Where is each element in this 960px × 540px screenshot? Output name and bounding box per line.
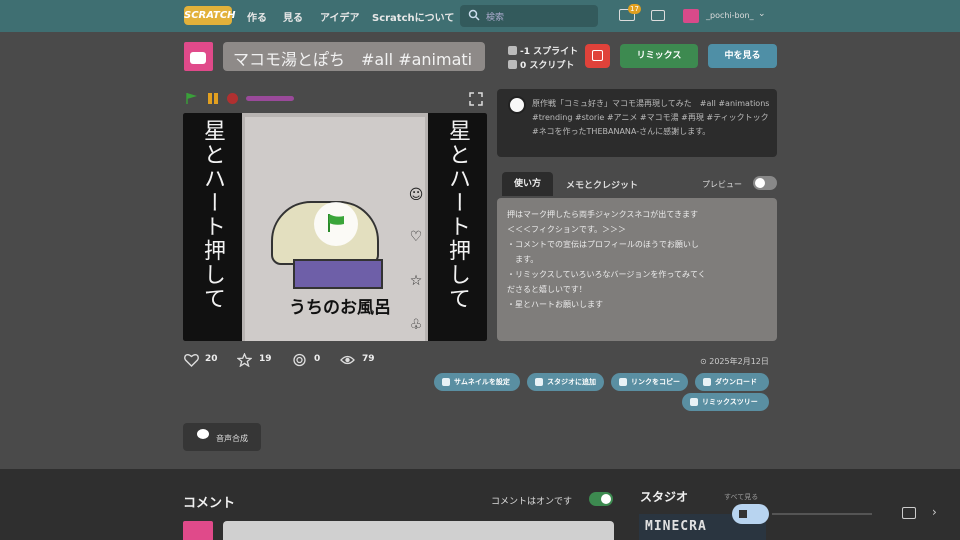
description-text: 原作戦「コミュ好き」マコモ湯再現してみた #all #animations #t… <box>532 99 770 136</box>
face-icon: ☺ <box>408 187 424 203</box>
my-stuff-folder-icon[interactable] <box>651 10 665 21</box>
preview-toggle[interactable] <box>753 176 777 190</box>
project-title[interactable]: マコモ湯とぽち #all #animati <box>223 42 485 71</box>
character-body <box>293 259 383 289</box>
media-controls-overlay: › <box>732 503 960 525</box>
nav-ideas[interactable]: アイデア <box>320 9 360 24</box>
comment-input[interactable] <box>223 521 614 540</box>
heart-icon[interactable] <box>184 353 199 367</box>
tab-instructions[interactable]: 使い方 <box>502 172 553 196</box>
share-icon <box>592 50 603 61</box>
preview-label: プレビュー <box>702 180 742 189</box>
remix-tree-button[interactable]: リミックスツリー <box>682 393 769 411</box>
plus-icon <box>535 378 543 386</box>
see-inside-button[interactable]: 中を見る <box>708 44 777 68</box>
comments-toggle[interactable] <box>589 492 613 506</box>
commenter-avatar <box>183 521 213 540</box>
sprite-icon <box>508 46 517 55</box>
user-avatar[interactable] <box>683 9 699 23</box>
media-progress-track[interactable] <box>772 513 872 515</box>
chevron-down-icon[interactable]: ⌄ <box>758 9 766 19</box>
instructions-line: ＜＜＜フィクションです。＞＞＞ <box>507 225 627 234</box>
speech-bubble-icon <box>197 429 209 439</box>
instructions-line: 押はマーク押したら両手ジャンクスネコが出てきます <box>507 210 698 219</box>
username[interactable]: _pochi-bon_ <box>706 11 754 20</box>
stage-right-banner: 星とハート押して <box>428 113 487 341</box>
stop-icon[interactable] <box>227 93 238 104</box>
search-placeholder: 検索 <box>486 13 505 23</box>
share-button[interactable] <box>585 44 610 68</box>
love-count: 20 <box>205 354 218 364</box>
club-icon: ♧ <box>409 317 423 333</box>
instructions-line: ・リミックスしていろいろなバージョンを作ってみてく <box>507 270 706 279</box>
studios-see-all-link[interactable]: すべて見る <box>724 492 758 502</box>
add-to-studio-button[interactable]: スタジオに追加 <box>527 373 604 391</box>
remix-icon <box>293 353 306 367</box>
download-button[interactable]: ダウンロード <box>695 373 769 391</box>
tts-label: 音声合成 <box>216 434 248 443</box>
eye-icon <box>340 355 355 365</box>
comments-title: コメント <box>183 496 236 511</box>
messages-badge: 17 <box>628 4 641 14</box>
favorite-count: 19 <box>259 354 272 364</box>
description-avatar <box>508 96 526 114</box>
instructions-line: ます。 <box>507 255 539 264</box>
image-icon <box>442 378 450 386</box>
star-icon[interactable] <box>237 353 252 367</box>
instructions-line: ・コメントでの宣伝はプロフィールのほうでお願いし <box>507 240 699 249</box>
speaker-icon[interactable] <box>732 504 769 524</box>
view-count: 79 <box>362 354 375 364</box>
instructions-line: ・星とハートお願いします <box>507 300 603 309</box>
green-flag-icon <box>328 214 344 232</box>
author-avatar[interactable] <box>184 42 213 71</box>
stage-caption: うちのお風呂 <box>289 298 391 318</box>
search-input[interactable]: 検索 <box>460 5 598 27</box>
link-icon <box>619 378 627 386</box>
star-icon: ☆ <box>409 273 423 289</box>
remix-count: 0 <box>314 354 321 364</box>
project-stage[interactable]: 星とハート押して うちのお風呂 ☺ ♡ ☆ ♧ 星とハート押して <box>183 113 487 341</box>
download-icon <box>703 378 711 386</box>
start-overlay-button[interactable] <box>314 202 358 246</box>
studios-title: スタジオ <box>640 490 689 504</box>
remix-button[interactable]: リミックス <box>620 44 698 68</box>
script-icon <box>508 60 517 69</box>
stage-left-banner: 星とハート押して <box>183 113 242 341</box>
set-thumbnail-button[interactable]: サムネイルを設定 <box>434 373 520 391</box>
nav-create[interactable]: 作る <box>247 9 267 24</box>
comments-on-label: コメントはオンです <box>491 497 573 507</box>
green-flag-icon[interactable] <box>186 93 198 104</box>
volume-slider[interactable] <box>246 96 294 101</box>
nav-explore[interactable]: 見る <box>283 9 303 24</box>
captions-off-icon[interactable] <box>902 507 916 519</box>
remix-tree-icon <box>690 398 698 406</box>
instructions-line: ださると嬉しいです！ <box>507 285 587 294</box>
top-navbar: SCRATCH 作る 見る アイデア Scratchについて 検索 17 _po… <box>0 0 960 32</box>
search-icon <box>468 9 480 21</box>
nav-about[interactable]: Scratchについて <box>372 9 454 24</box>
copy-link-button[interactable]: リンクをコピー <box>611 373 688 391</box>
heart-icon: ♡ <box>409 229 423 245</box>
pause-icon[interactable] <box>207 93 219 104</box>
chevron-right-icon[interactable]: › <box>932 505 937 519</box>
sprite-count: -1 スプライト <box>508 44 578 57</box>
fullscreen-icon[interactable] <box>469 92 483 106</box>
shared-date: ⊙ 2025年2月12日 <box>700 357 769 366</box>
stage-left-text: 星とハート押して <box>200 119 225 311</box>
scratch-logo[interactable]: SCRATCH <box>184 6 236 25</box>
tab-notes-credits[interactable]: メモとクレジット <box>566 178 638 191</box>
instructions-box: 押はマーク押したら両手ジャンクスネコが出てきます ＜＜＜フィクションです。＞＞＞… <box>497 198 777 341</box>
script-count: 0 スクリプト <box>508 58 574 71</box>
stage-right-text: 星とハート押して <box>445 119 470 311</box>
